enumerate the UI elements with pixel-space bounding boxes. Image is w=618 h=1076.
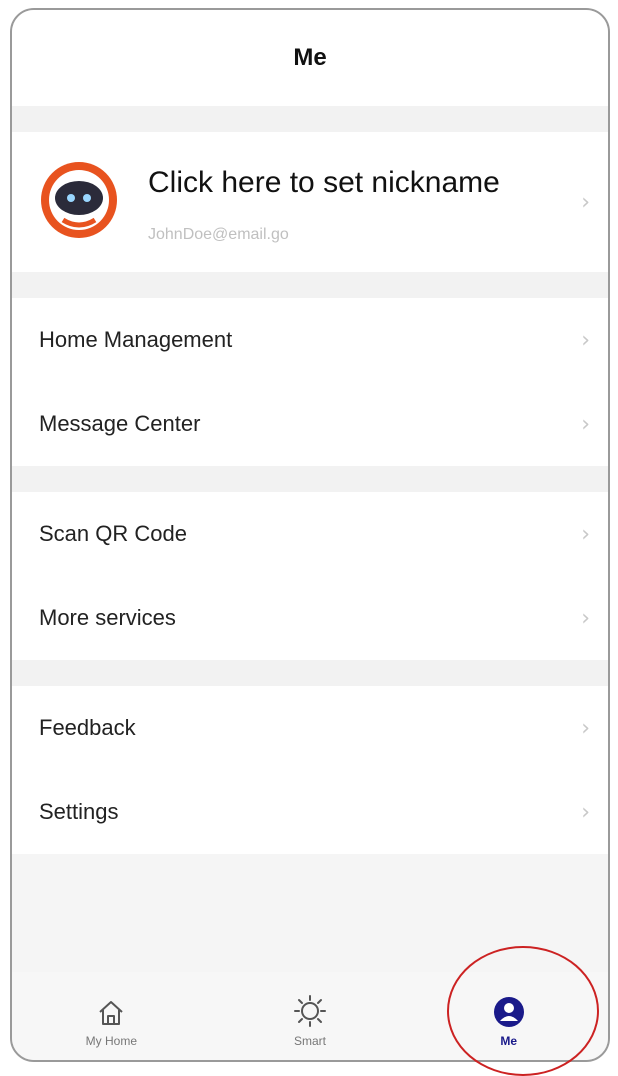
menu-group-1: Home Management › Message Center ›	[12, 298, 608, 466]
menu-item-scan-qr-code[interactable]: Scan QR Code ›	[12, 492, 608, 576]
highlight-annotation-circle	[447, 946, 599, 1076]
section-gap	[12, 466, 608, 492]
menu-group-2: Scan QR Code › More services ›	[12, 492, 608, 660]
tab-label: My Home	[85, 1034, 137, 1048]
account-email: JohnDoe@email.go	[148, 226, 289, 243]
menu-item-label: More services	[39, 605, 176, 630]
robot-avatar-icon[interactable]	[39, 160, 119, 240]
chevron-right-icon: ›	[581, 190, 590, 215]
menu-item-more-services[interactable]: More services ›	[12, 576, 608, 660]
chevron-right-icon: ›	[581, 800, 590, 825]
house-icon	[99, 1001, 124, 1025]
chevron-right-icon: ›	[581, 522, 590, 547]
phone-frame: Me Click here to set nickname JohnDoe@em…	[10, 8, 610, 1062]
chevron-right-icon: ›	[581, 716, 590, 741]
section-gap	[12, 660, 608, 686]
page-title: Me	[293, 44, 327, 71]
chevron-right-icon: ›	[581, 606, 590, 631]
menu-item-label: Feedback	[39, 715, 136, 740]
menu-item-label: Scan QR Code	[39, 521, 187, 546]
menu-item-home-management[interactable]: Home Management ›	[12, 298, 608, 382]
tab-smart[interactable]: Smart	[211, 972, 410, 1060]
menu-item-feedback[interactable]: Feedback ›	[12, 686, 608, 770]
menu-group-3: Feedback › Settings ›	[12, 686, 608, 854]
header: Me	[12, 10, 608, 106]
sun-icon	[294, 995, 326, 1027]
tab-label: Smart	[294, 1034, 327, 1048]
menu-item-label: Home Management	[39, 327, 233, 352]
nickname-link[interactable]: Click here to set nickname	[148, 166, 500, 200]
menu-item-label: Message Center	[39, 411, 201, 436]
chevron-right-icon: ›	[581, 328, 590, 353]
menu-item-settings[interactable]: Settings ›	[12, 770, 608, 854]
menu-item-label: Settings	[39, 799, 119, 824]
profile-card[interactable]: Click here to set nickname JohnDoe@email…	[12, 132, 608, 272]
menu-item-message-center[interactable]: Message Center ›	[12, 382, 608, 466]
section-gap	[12, 106, 608, 132]
tab-my-home[interactable]: My Home	[12, 972, 211, 1060]
chevron-right-icon: ›	[581, 412, 590, 437]
section-gap	[12, 272, 608, 298]
